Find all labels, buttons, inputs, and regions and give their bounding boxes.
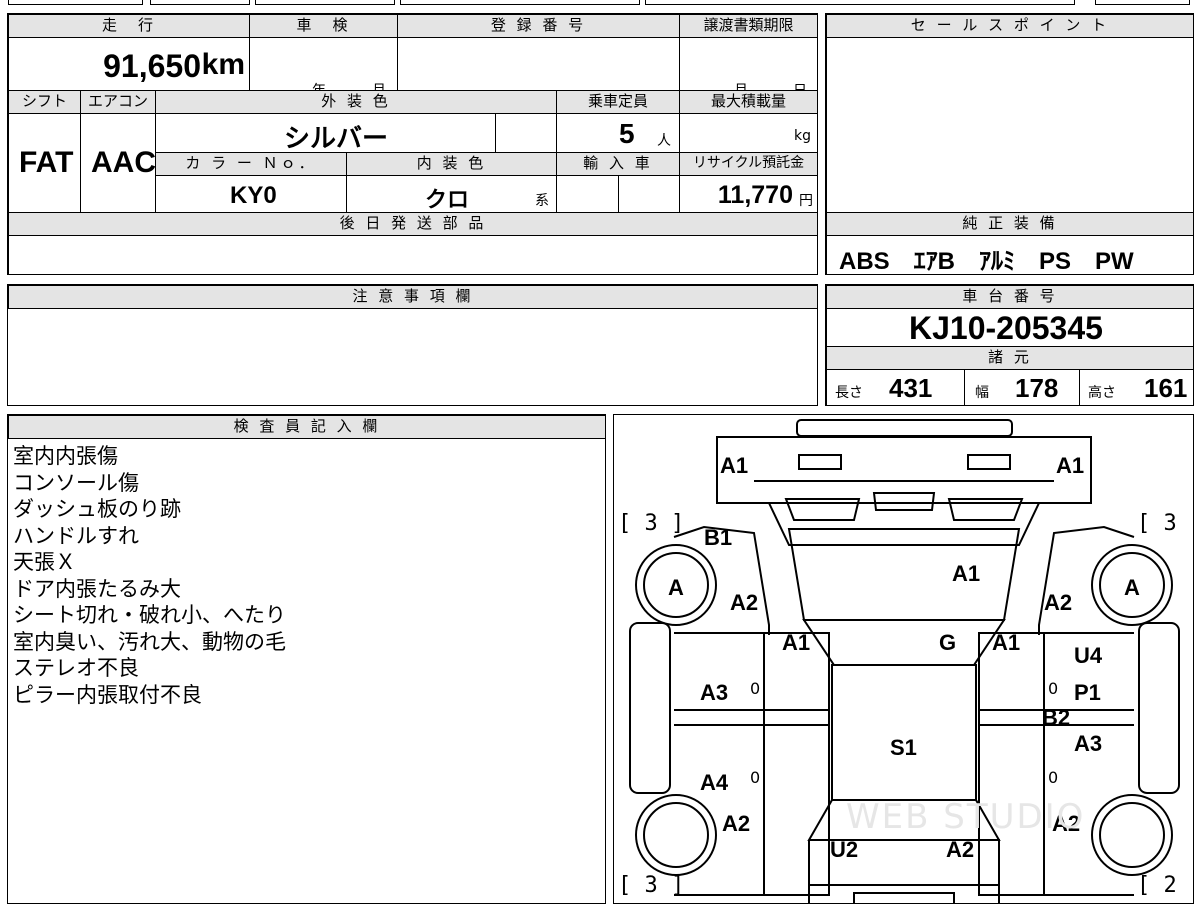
later-parts-header: 後 日 発 送 部 品 (8, 212, 818, 236)
interior-color-header: 内 装 色 (346, 152, 557, 176)
inspector-note: 天張Ｘ (13, 550, 76, 574)
sales-point-header: セ ー ル ス ポ イ ン ト (826, 14, 1194, 38)
damage-code: U2 (830, 837, 859, 862)
interior-color-value: クロ (425, 187, 470, 212)
zero-mark: 0 (1048, 768, 1059, 787)
genuine-equipment-value: ABS ｴｱB ｱﾙﾐ PS PW (839, 248, 1134, 275)
damage-code: A2 (722, 811, 751, 836)
damage-code: G (939, 630, 957, 655)
inspector-note: ピラー内張取付不良 (13, 682, 202, 707)
damage-code: B1 (704, 525, 733, 550)
damage-code: A4 (700, 770, 729, 795)
transfer-deadline-header: 譲渡書類期限 (679, 14, 818, 38)
damage-code: A1 (782, 630, 811, 655)
inspector-note: ハンドルすれ (13, 523, 139, 548)
chassis-block: 車 台 番 号 KJ10-205345 諸 元 長さ 431 幅 178 高さ … (825, 284, 1194, 406)
bracket-label: [ 3 ] (618, 511, 685, 536)
later-parts-cell (8, 235, 818, 275)
genuine-equipment-header: 純 正 装 備 (826, 212, 1194, 236)
width-value: 178 (1015, 373, 1059, 403)
specs-header: 諸 元 (826, 346, 1194, 370)
capacity-cell: 5 人 (556, 113, 680, 153)
mileage-header: 走 行 (8, 14, 250, 38)
chassis-header: 車 台 番 号 (826, 285, 1194, 309)
exterior-color-cell: シルバー (155, 113, 496, 153)
damage-code: B2 (1042, 705, 1071, 730)
vehicle-info-block: 走 行 車 検 登 録 番 号 譲渡書類期限 91,650 km 年 月 月 日… (7, 13, 818, 275)
import-cell (556, 175, 619, 213)
mileage-unit: km (201, 48, 245, 81)
car-damage-diagram: [ 3 ] [ 3 ] [ 3 ] [ 2 ] A1 A1 B1 A1 A2 A… (613, 414, 1194, 904)
inspector-note: 室内臭い、汚れ大、動物の毛 (13, 629, 286, 654)
height-cell: 高さ 161 (1079, 369, 1194, 406)
notes-field-block: 注 意 事 項 欄 (7, 284, 818, 406)
inspector-note: ドア内張たるみ大 (13, 576, 181, 601)
inspector-note: ステレオ不良 (13, 656, 139, 680)
exterior-color-header: 外 装 色 (155, 90, 557, 114)
exterior-color-value: シルバー (284, 123, 389, 153)
damage-code: S1 (890, 735, 917, 760)
bracket-label: [ 3 ] (618, 873, 685, 898)
zero-mark: 0 (1048, 679, 1059, 698)
aircon-cell: AAC (80, 113, 156, 213)
damage-code: A2 (1044, 590, 1073, 615)
damage-code: A2 (730, 590, 759, 615)
zero-mark: 0 (750, 768, 761, 787)
registration-header: 登 録 番 号 (397, 14, 680, 38)
max-load-cell: kg (679, 113, 818, 153)
inspector-note: 室内内張傷 (13, 444, 118, 468)
damage-code: U4 (1074, 643, 1103, 668)
inspector-note: シート切れ・破れ小、へたり (13, 603, 286, 627)
height-value: 161 (1144, 373, 1188, 403)
damage-code: A2 (946, 837, 975, 862)
color-no-cell: KY0 (155, 175, 347, 213)
bracket-label: [ 3 ] (1137, 511, 1193, 536)
damage-code: A1 (992, 630, 1021, 655)
inspector-note: コンソール傷 (13, 470, 139, 495)
damage-code: P1 (1074, 680, 1101, 705)
genuine-equipment-cell: ABS ｴｱB ｱﾙﾐ PS PW (826, 235, 1194, 275)
recycle-cell: 11,770 円 (679, 175, 818, 213)
mileage-value: 91,650 (103, 48, 201, 84)
watermark: WEB STUDIO (846, 797, 1086, 837)
inspector-block: 検 査 員 記 入 欄 室内内張傷 コンソール傷 ダッシュ板のり跡 ハンドルすれ… (7, 414, 606, 904)
capacity-header: 乗車定員 (556, 90, 680, 114)
damage-code: A3 (1074, 731, 1103, 756)
zero-mark: 0 (750, 679, 761, 698)
aircon-value: AAC (91, 146, 156, 179)
interior-color-cell: クロ 系 (346, 175, 557, 213)
max-load-header: 最大積載量 (679, 90, 818, 114)
recycle-value: 11,770 (717, 181, 793, 209)
sales-point-block: セ ー ル ス ポ イ ン ト 純 正 装 備 ABS ｴｱB ｱﾙﾐ PS P… (825, 13, 1194, 275)
inspector-note: ダッシュ板のり跡 (13, 497, 181, 521)
damage-code: A1 (1056, 453, 1085, 478)
inspection-header: 車 検 (249, 14, 398, 38)
color-no-value: KY0 (230, 182, 277, 209)
width-cell: 幅 178 (964, 369, 1080, 406)
damage-code: A1 (720, 453, 749, 478)
inspector-header: 検 査 員 記 入 欄 (8, 415, 606, 439)
color-no-header: カ ラ ー Ｎｏ． (155, 152, 347, 176)
notes-field-header: 注 意 事 項 欄 (8, 285, 818, 309)
shift-cell: FAT (8, 113, 81, 213)
damage-code: A3 (700, 680, 729, 705)
recycle-header: リサイクル預託金 (679, 152, 818, 176)
chassis-value: KJ10-205345 (909, 310, 1103, 346)
chassis-cell: KJ10-205345 (826, 308, 1194, 347)
bracket-label: [ 2 ] (1137, 873, 1193, 898)
damage-code: A (1124, 575, 1140, 600)
top-strip (0, 0, 1200, 8)
inspector-notes: 室内内張傷 コンソール傷 ダッシュ板のり跡 ハンドルすれ 天張Ｘ ドア内張たるみ… (13, 443, 286, 708)
shift-header: シフト (8, 90, 81, 114)
shift-value: FAT (19, 146, 74, 179)
import-header: 輸 入 車 (556, 152, 680, 176)
sales-point-cell (826, 37, 1194, 213)
damage-code: A (668, 575, 684, 600)
length-cell: 長さ 431 (826, 369, 965, 406)
damage-code: A1 (952, 561, 981, 586)
capacity-value: 5 (619, 118, 635, 149)
length-value: 431 (889, 373, 933, 403)
aircon-header: エアコン (80, 90, 156, 114)
